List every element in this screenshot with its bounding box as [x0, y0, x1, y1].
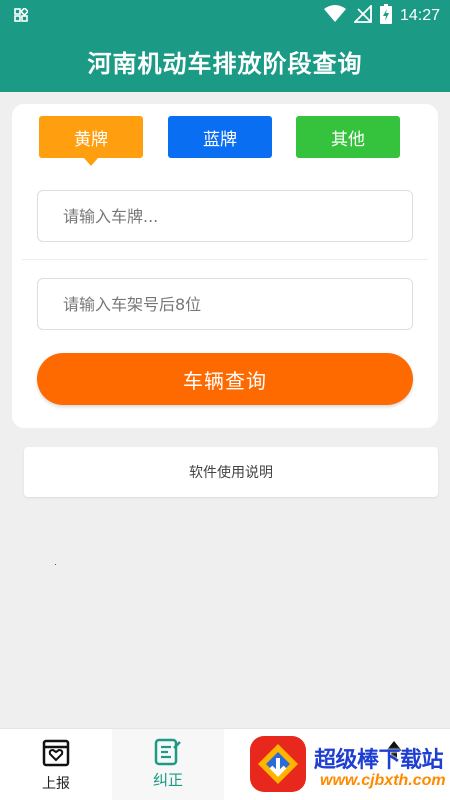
divider	[22, 259, 428, 260]
nav-correct-label: 纠正	[152, 771, 183, 789]
no-signal-icon	[352, 3, 372, 27]
status-bar: 14:27	[0, 0, 450, 30]
plate-number-input[interactable]	[37, 190, 413, 242]
site-watermark: 超级棒下载站 www.cjbxth.com	[248, 734, 450, 800]
watermark-text: 超级棒下载站	[314, 748, 444, 773]
battery-icon	[379, 4, 392, 28]
nav-report-label: 上报	[42, 776, 70, 792]
watermark-logo-icon	[250, 736, 306, 792]
artifact-dot	[55, 564, 56, 565]
yellow-plate-tab[interactable]: 黄牌	[39, 116, 143, 158]
usage-guide-button[interactable]: 软件使用说明	[24, 447, 438, 497]
selected-tab-indicator	[84, 158, 98, 166]
blue-plate-tab[interactable]: 蓝牌	[168, 116, 272, 158]
vehicle-query-button[interactable]: 车辆查询	[37, 353, 413, 405]
page-title: 河南机动车排放阶段查询	[87, 49, 363, 78]
report-icon	[41, 738, 71, 772]
app-notification-icon	[14, 6, 30, 26]
other-plate-tab[interactable]: 其他	[296, 116, 400, 158]
query-card: 黄牌 蓝牌 其他 车辆查询	[12, 104, 438, 428]
watermark-url: www.cjbxth.com	[320, 772, 446, 789]
nav-report[interactable]: 上报	[0, 729, 112, 800]
app-header: 河南机动车排放阶段查询	[0, 30, 450, 92]
wifi-icon	[323, 5, 346, 27]
correct-edit-icon	[154, 738, 182, 772]
nav-correct[interactable]: 纠正	[112, 729, 224, 800]
vin-last8-input[interactable]	[37, 278, 413, 330]
status-time: 14:27	[399, 7, 440, 24]
